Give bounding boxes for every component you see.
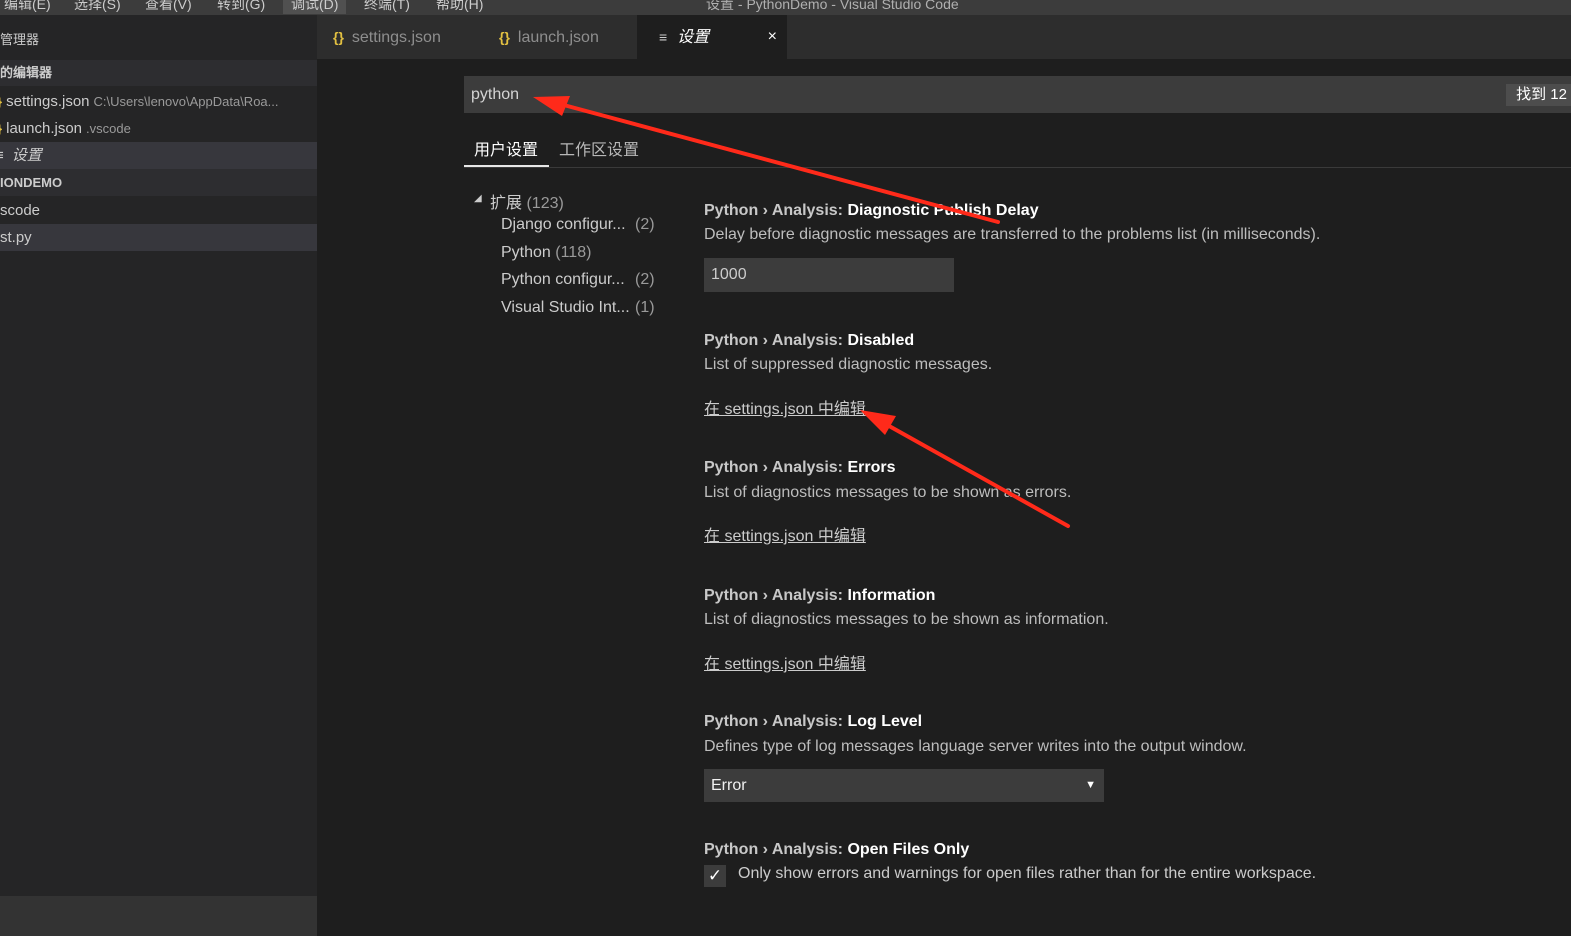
settings-search-box: 找到 12 [464,76,1571,113]
tab-user-settings[interactable]: 用户设置 [474,136,538,160]
open-editor-path: .vscode [86,121,131,136]
toc-label: Python configur... [501,271,625,288]
tab-settings-json[interactable]: {} settings.json [317,15,477,59]
open-editor-name: 设置 [11,147,42,164]
project-section-header[interactable]: IONDEMO [0,169,317,196]
chevron-down-icon: ▼ [1085,779,1096,791]
setting-key: Open Files Only [847,841,970,858]
setting-key: Disabled [847,332,915,349]
setting-errors: Python › Analysis: Errors List of diagno… [704,459,1071,545]
toc-item-python-config[interactable]: Python configur... (2) [501,271,655,289]
close-icon[interactable]: × [768,15,777,59]
toc-label: Python [501,244,551,261]
search-result-count: 找到 12 [1506,84,1571,106]
json-file-icon: {} [0,121,2,136]
tab-launch-json[interactable]: {} launch.json [477,15,637,59]
folder-vscode[interactable]: scode [0,198,317,224]
toc-count: (2) [635,216,655,233]
explorer-sidebar: 管理器 的编辑器 {} settings.jsonC:\Users\lenovo\… [0,15,317,936]
setting-description: List of diagnostics messages to be shown… [704,484,1072,501]
toc-label: Django configur... [501,216,626,233]
tab-settings[interactable]: ≡ 设置 × [637,15,787,59]
toc-item-django[interactable]: Django configur... (2) [501,216,655,234]
tab-workspace-settings[interactable]: 工作区设置 [559,136,639,160]
setting-key: Diagnostic Publish Delay [847,202,1039,219]
open-editor-name: settings.json [6,93,90,110]
settings-search-input[interactable] [464,76,1471,113]
setting-description: List of suppressed diagnostic messages. [704,356,993,373]
setting-open-files-only: Python › Analysis: Open Files Only ✓ Onl… [704,841,1316,887]
json-file-icon: {} [0,94,2,109]
diagnostic-delay-input[interactable]: 1000 [704,258,954,292]
setting-description: List of diagnostics messages to be shown… [704,611,1109,628]
setting-log-level: Python › Analysis: Log Level Defines typ… [704,713,1247,802]
open-editor-settings-json[interactable]: {} settings.jsonC:\Users\lenovo\AppData\R… [0,89,317,115]
open-editors-header[interactable]: 的编辑器 [0,60,317,86]
log-level-select[interactable]: Error ▼ [704,769,1104,802]
toc-count: (123) [526,195,564,212]
setting-category: Python › Analysis: [704,713,848,730]
settings-list-icon: ≡ [659,29,668,45]
setting-title: Python › Analysis: Open Files Only [704,841,969,859]
settings-list-icon: ≡ [0,147,4,164]
open-editor-settings-ui[interactable]: ≡ 设置 [0,142,317,169]
setting-key: Log Level [847,713,923,730]
setting-title: Python › Analysis: Disabled [704,332,914,350]
tab-label: 设置 [677,29,710,46]
setting-category: Python › Analysis: [704,587,848,604]
menu-terminal[interactable]: 终端(T) [364,0,410,14]
setting-category: Python › Analysis: [704,459,848,476]
window-title: 设置 - PythonDemo - Visual Studio Code [706,0,959,12]
toc-label: 扩展 [490,195,523,212]
setting-diagnostic-publish-delay: Python › Analysis: Diagnostic Publish De… [704,202,1320,292]
toc-count: (2) [635,271,655,288]
menu-view[interactable]: 查看(V) [145,0,192,14]
open-editor-path: C:\Users\lenovo\AppData\Roa... [93,94,279,109]
setting-title: Python › Analysis: Log Level [704,713,922,731]
toc-label: Visual Studio Int... [501,299,630,316]
setting-key: Errors [847,459,896,476]
open-editor-name: launch.json [6,120,83,137]
menu-edit[interactable]: 编辑(E) [4,0,51,14]
setting-title: Python › Analysis: Errors [704,459,895,477]
outline-section [0,896,317,936]
json-file-icon: {} [499,29,510,45]
setting-title: Python › Analysis: Information [704,587,935,605]
setting-information: Python › Analysis: Information List of d… [704,587,1109,673]
menu-selection[interactable]: 选择(S) [74,0,121,14]
setting-description: Defines type of log messages language se… [704,738,1247,755]
explorer-title: 管理器 [0,32,40,47]
toc-count: (118) [555,244,592,261]
toc-count: (1) [635,299,655,316]
open-files-only-checkbox[interactable]: ✓ [704,865,726,887]
setting-key: Information [847,587,936,604]
toc-item-visual-studio[interactable]: Visual Studio Int... (1) [501,299,655,317]
setting-title: Python › Analysis: Diagnostic Publish De… [704,202,1039,220]
expand-caret-icon[interactable]: ◢ [474,193,482,204]
select-value: Error [711,777,747,794]
setting-description: Delay before diagnostic messages are tra… [704,226,1321,243]
open-editor-launch-json[interactable]: {} launch.json.vscode [0,116,317,142]
divider [464,167,1571,168]
json-file-icon: {} [333,29,344,45]
setting-category: Python › Analysis: [704,841,848,858]
file-test-py[interactable]: st.py [0,224,317,251]
toc-extensions[interactable]: 扩展 (123) [490,189,564,213]
setting-disabled: Python › Analysis: Disabled List of supp… [704,332,992,418]
menu-help[interactable]: 帮助(H) [436,0,483,14]
menu-bar: 编辑(E) 选择(S) 查看(V) 转到(G) 调试(D) 终端(T) 帮助(H… [0,0,1571,15]
tab-label: settings.json [351,29,441,46]
setting-category: Python › Analysis: [704,332,848,349]
menu-debug[interactable]: 调试(D) [283,0,347,14]
edit-in-settings-json-link[interactable]: 在 settings.json 中编辑 [704,395,866,419]
setting-description: Only show errors and warnings for open f… [738,865,1317,882]
toc-item-python[interactable]: Python (118) [501,244,591,262]
edit-in-settings-json-link[interactable]: 在 settings.json 中编辑 [704,650,866,674]
edit-in-settings-json-link[interactable]: 在 settings.json 中编辑 [704,522,866,546]
tab-label: launch.json [517,29,599,46]
editor-tab-bar: {} settings.json {} launch.json ≡ 设置 × [317,15,1571,59]
menu-go[interactable]: 转到(G) [217,0,265,14]
setting-category: Python › Analysis: [704,202,848,219]
